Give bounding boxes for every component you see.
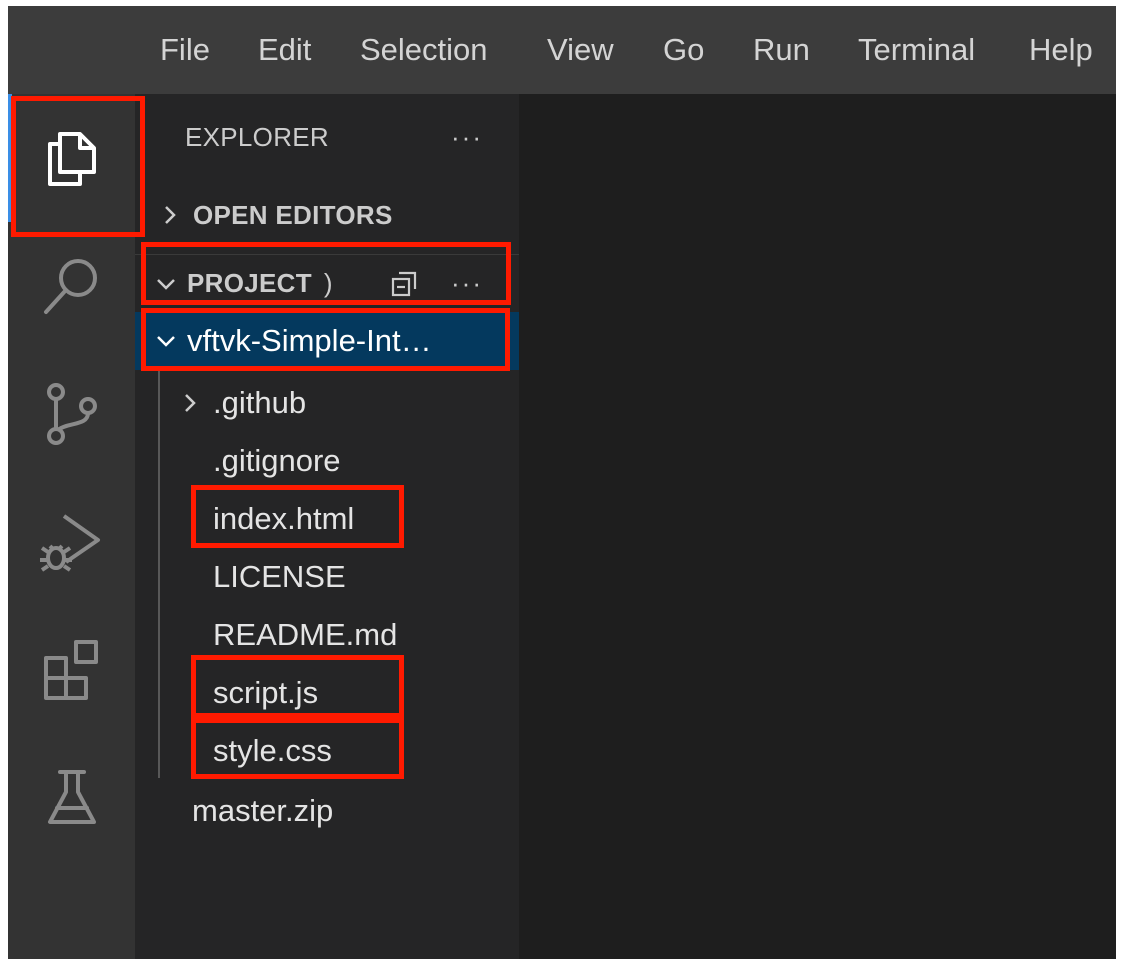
menu-go[interactable]: Go xyxy=(663,28,704,72)
tree-item-label: LICENSE xyxy=(213,559,346,594)
tree-item-script-js[interactable]: script.js xyxy=(135,664,519,722)
testing-icon xyxy=(47,770,96,824)
menu-bar: File Edit Selection View Go Run Terminal… xyxy=(8,6,1116,94)
activity-run-debug[interactable] xyxy=(8,478,135,606)
tree-item-license[interactable]: LICENSE xyxy=(135,548,519,606)
explorer-icon xyxy=(47,132,96,186)
collapse-all-icon[interactable] xyxy=(391,271,417,297)
open-editors-section[interactable]: OPEN EDITORS xyxy=(135,186,519,244)
tree-item-style-css[interactable]: style.css xyxy=(135,722,519,780)
activity-testing[interactable] xyxy=(8,734,135,862)
menu-edit[interactable]: Edit xyxy=(258,28,311,72)
tree-item-github[interactable]: .github xyxy=(135,374,519,432)
activity-extensions[interactable] xyxy=(8,606,135,734)
chevron-right-icon xyxy=(157,202,183,228)
search-icon xyxy=(43,259,97,314)
activity-source-control[interactable] xyxy=(8,350,135,478)
run-debug-icon xyxy=(39,514,100,572)
activity-search[interactable] xyxy=(8,222,135,350)
menu-help[interactable]: Help xyxy=(1029,28,1093,72)
explorer-header: EXPLORER ··· xyxy=(135,108,519,166)
explorer-sidebar: EXPLORER ··· OPEN EDITORS PROJECT ) ··· … xyxy=(135,94,519,959)
menu-view[interactable]: View xyxy=(547,28,614,72)
root-folder-label: vftvk-Simple-Int… xyxy=(187,323,432,358)
project-label-suffix: ) xyxy=(323,268,333,298)
tree-item-label: master.zip xyxy=(192,793,334,828)
tree-item-label: README.md xyxy=(213,617,398,652)
tree-item-label: index.html xyxy=(213,501,355,536)
menu-file[interactable]: File xyxy=(160,28,210,72)
chevron-down-icon xyxy=(153,328,179,354)
project-more-icon[interactable]: ··· xyxy=(451,268,483,299)
tree-item-label: .gitignore xyxy=(213,443,341,478)
tree-item-master-zip[interactable]: master.zip xyxy=(135,782,519,840)
chevron-right-icon xyxy=(177,390,203,416)
explorer-title: EXPLORER xyxy=(185,121,330,152)
tree-item-label: script.js xyxy=(213,675,319,710)
menu-run[interactable]: Run xyxy=(753,28,810,72)
menu-selection[interactable]: Selection xyxy=(360,28,488,72)
tree-item-gitignore[interactable]: .gitignore xyxy=(135,432,519,490)
activity-bar xyxy=(8,94,135,959)
extensions-icon xyxy=(43,640,98,700)
project-label: PROJECT xyxy=(187,268,312,298)
source-control-icon xyxy=(46,383,97,445)
menu-terminal[interactable]: Terminal xyxy=(858,28,975,72)
tree-item-label: .github xyxy=(213,385,307,420)
activity-explorer[interactable] xyxy=(8,94,135,222)
tree-item-index-html[interactable]: index.html xyxy=(135,490,519,548)
project-section[interactable]: PROJECT ) ··· xyxy=(135,254,519,312)
vscode-window: File Edit Selection View Go Run Terminal… xyxy=(8,6,1116,959)
tree-item-readme[interactable]: README.md xyxy=(135,606,519,664)
open-editors-label: OPEN EDITORS xyxy=(193,199,393,230)
root-folder-row[interactable]: vftvk-Simple-Int… xyxy=(135,312,519,370)
tree-item-label: style.css xyxy=(213,733,332,768)
chevron-down-icon xyxy=(153,271,179,297)
explorer-more-icon[interactable]: ··· xyxy=(451,122,483,153)
editor-area[interactable] xyxy=(519,94,1116,959)
